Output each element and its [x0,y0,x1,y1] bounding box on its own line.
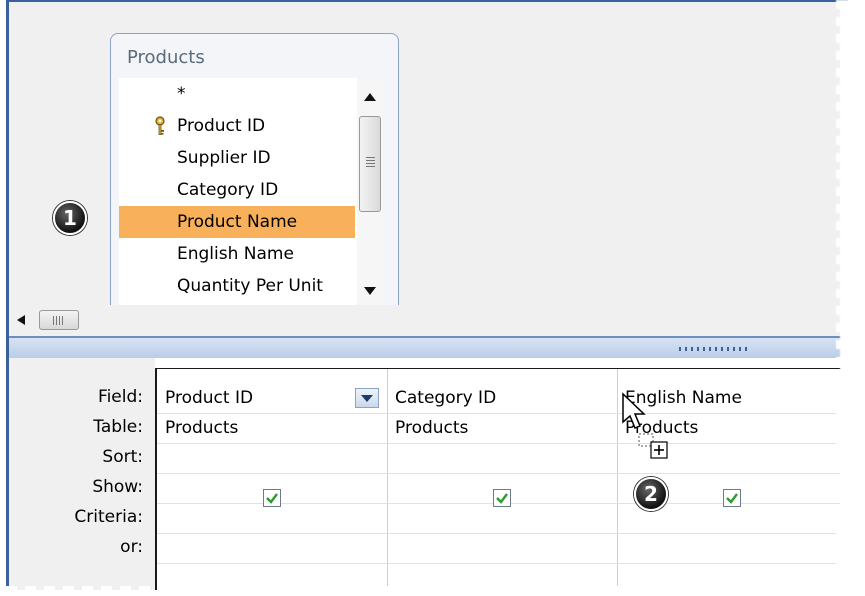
table-cell-2[interactable]: Products [387,414,468,442]
dropdown-arrow-icon [361,395,373,402]
field-label: Supplier ID [177,148,271,168]
grid-row-labels: Field: Table: Sort: Show: Criteria: or: [9,358,155,596]
grip-icon [53,316,65,325]
field-item-category-id[interactable]: Category ID [119,174,355,206]
design-pane-horizontal-scrollbar[interactable] [9,305,848,335]
field-label: Category ID [177,180,279,200]
field-dropdown-button[interactable] [355,388,379,408]
grid-cells: Product ID Products Category ID Products… [155,368,848,596]
column-selector-row[interactable] [157,369,848,383]
grip-icon [366,157,375,169]
field-item-supplier-id[interactable]: Supplier ID [119,142,355,174]
field-cell-2[interactable]: Category ID [387,384,496,412]
field-label: Product ID [177,116,266,136]
row-divider [157,473,848,474]
checkmark-icon [726,493,738,504]
table-design-pane: Products * Product ID Supplier ID Catego… [9,2,848,318]
row-label-field: Field: [98,387,143,407]
field-label: Product Name [177,212,298,232]
row-divider [157,443,848,444]
field-cell-1[interactable]: Product ID [157,384,253,412]
mouse-cursor-icon [622,392,646,429]
scroll-left-arrow-icon[interactable] [15,313,27,327]
show-checkbox-1[interactable] [263,489,281,507]
row-divider [157,563,848,564]
show-checkbox-3[interactable] [723,489,741,507]
splitter-grip-icon[interactable] [679,347,751,351]
pane-splitter[interactable] [9,336,848,358]
field-item-all[interactable]: * [119,78,355,110]
table-title: Products [127,47,205,68]
field-label: Quantity Per Unit [177,276,323,296]
checkmark-icon [266,493,278,504]
field-item-quantity-per-unit[interactable]: Quantity Per Unit [119,270,355,302]
row-label-table: Table: [93,417,143,437]
callout-badge-1: 1 [53,201,87,235]
field-item-english-name[interactable]: English Name [119,238,355,270]
show-checkbox-2[interactable] [493,489,511,507]
torn-edge-bottom [6,586,848,596]
torn-edge-right [836,0,848,596]
field-list-scrollbar[interactable] [357,78,383,318]
field-item-product-id[interactable]: Product ID [119,110,355,142]
row-divider [157,533,848,534]
horizontal-scrollbar-thumb[interactable] [39,310,79,330]
query-design-grid: Field: Table: Sort: Show: Criteria: or: … [9,358,848,596]
drag-copy-icon [638,433,668,459]
table-cell-1[interactable]: Products [157,414,238,442]
products-table-window[interactable]: Products * Product ID Supplier ID Catego… [110,33,399,318]
row-label-or: or: [120,537,143,557]
field-label: * [177,84,186,104]
row-label-show: Show: [92,477,143,497]
row-label-criteria: Criteria: [74,507,143,527]
field-list[interactable]: * Product ID Supplier ID Category ID Pro… [119,78,359,318]
field-label: English Name [177,244,294,264]
scroll-up-arrow-icon[interactable] [361,88,379,106]
scroll-down-arrow-icon[interactable] [361,282,379,300]
query-designer-window: Products * Product ID Supplier ID Catego… [6,0,848,596]
checkmark-icon [496,493,508,504]
scrollbar-thumb[interactable] [359,116,381,212]
field-item-product-name[interactable]: Product Name [119,206,355,238]
key-icon [155,116,165,135]
row-label-sort: Sort: [102,447,143,467]
callout-badge-2: 2 [634,477,668,511]
row-divider [157,413,848,414]
